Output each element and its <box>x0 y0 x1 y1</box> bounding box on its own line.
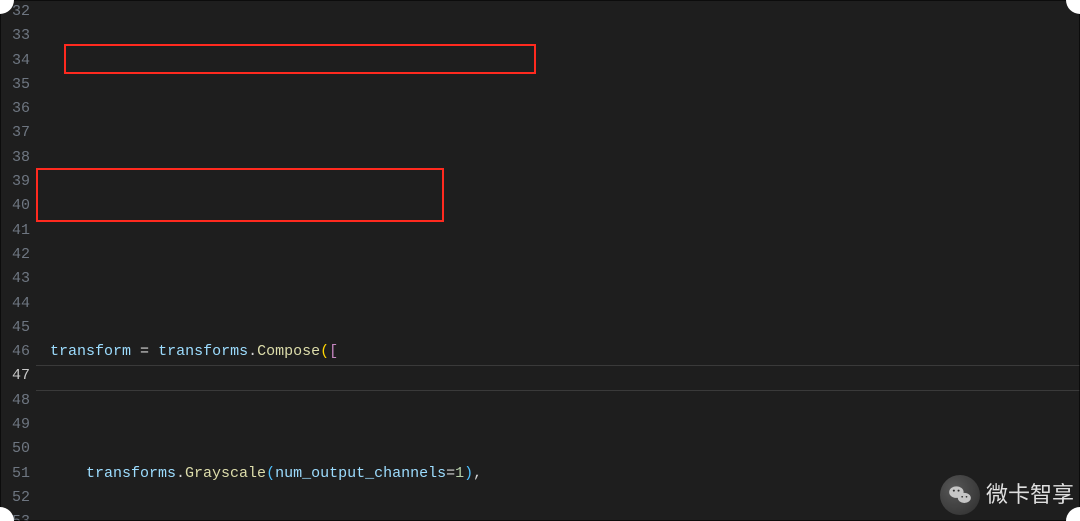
token-dot: . <box>248 343 257 360</box>
line-number: 35 <box>0 73 36 97</box>
line-number: 32 <box>0 0 36 24</box>
line-number: 41 <box>0 219 36 243</box>
token-paren: ) <box>464 465 473 482</box>
token-num: 1 <box>455 465 464 482</box>
line-number: 34 <box>0 49 36 73</box>
line-number: 33 <box>0 24 36 48</box>
line-number: 45 <box>0 316 36 340</box>
line-number: 40 <box>0 194 36 218</box>
line-number: 50 <box>0 437 36 461</box>
line-number: 42 <box>0 243 36 267</box>
token-class: Grayscale <box>185 465 266 482</box>
code-editor[interactable]: 32 33 34 35 36 37 38 39 40 41 42 43 44 4… <box>0 0 1080 521</box>
token-comma: , <box>473 465 482 482</box>
line-number: 46 <box>0 340 36 364</box>
token-paren: ( <box>266 465 275 482</box>
line-number: 51 <box>0 462 36 486</box>
code-line[interactable]: transforms.Grayscale(num_output_channels… <box>50 462 1080 486</box>
token-var: transform <box>50 343 131 360</box>
token-op <box>149 343 158 360</box>
current-line-highlight <box>36 365 1080 391</box>
token-dot: . <box>176 465 185 482</box>
line-number: 43 <box>0 267 36 291</box>
line-number: 39 <box>0 170 36 194</box>
line-number: 53 <box>0 510 36 521</box>
token-kwarg: num_output_channels <box>275 465 446 482</box>
watermark: 微卡智享 <box>940 475 1074 515</box>
line-number: 49 <box>0 413 36 437</box>
code-line[interactable] <box>50 219 1080 243</box>
token-module: transforms <box>86 465 176 482</box>
line-number: 48 <box>0 389 36 413</box>
indent <box>50 465 86 482</box>
highlight-box-imagefolder <box>36 168 444 222</box>
line-number: 47 <box>0 364 36 388</box>
token-class: Compose <box>257 343 320 360</box>
code-area[interactable]: transform = transforms.Compose([ transfo… <box>36 0 1080 521</box>
token-paren: ( <box>320 343 329 360</box>
line-number: 37 <box>0 121 36 145</box>
highlight-box-grayscale <box>64 44 536 74</box>
line-number: 36 <box>0 97 36 121</box>
watermark-text: 微卡智享 <box>986 483 1074 507</box>
token-op <box>131 343 140 360</box>
line-number: 52 <box>0 486 36 510</box>
token-bracket: [ <box>329 343 338 360</box>
code-line[interactable]: transform = transforms.Compose([ <box>50 340 1080 364</box>
token-op: = <box>446 465 455 482</box>
token-op: = <box>140 343 149 360</box>
line-gutter: 32 33 34 35 36 37 38 39 40 41 42 43 44 4… <box>0 0 36 521</box>
line-number: 44 <box>0 292 36 316</box>
line-number: 38 <box>0 146 36 170</box>
token-module: transforms <box>158 343 248 360</box>
wechat-icon <box>940 475 980 515</box>
